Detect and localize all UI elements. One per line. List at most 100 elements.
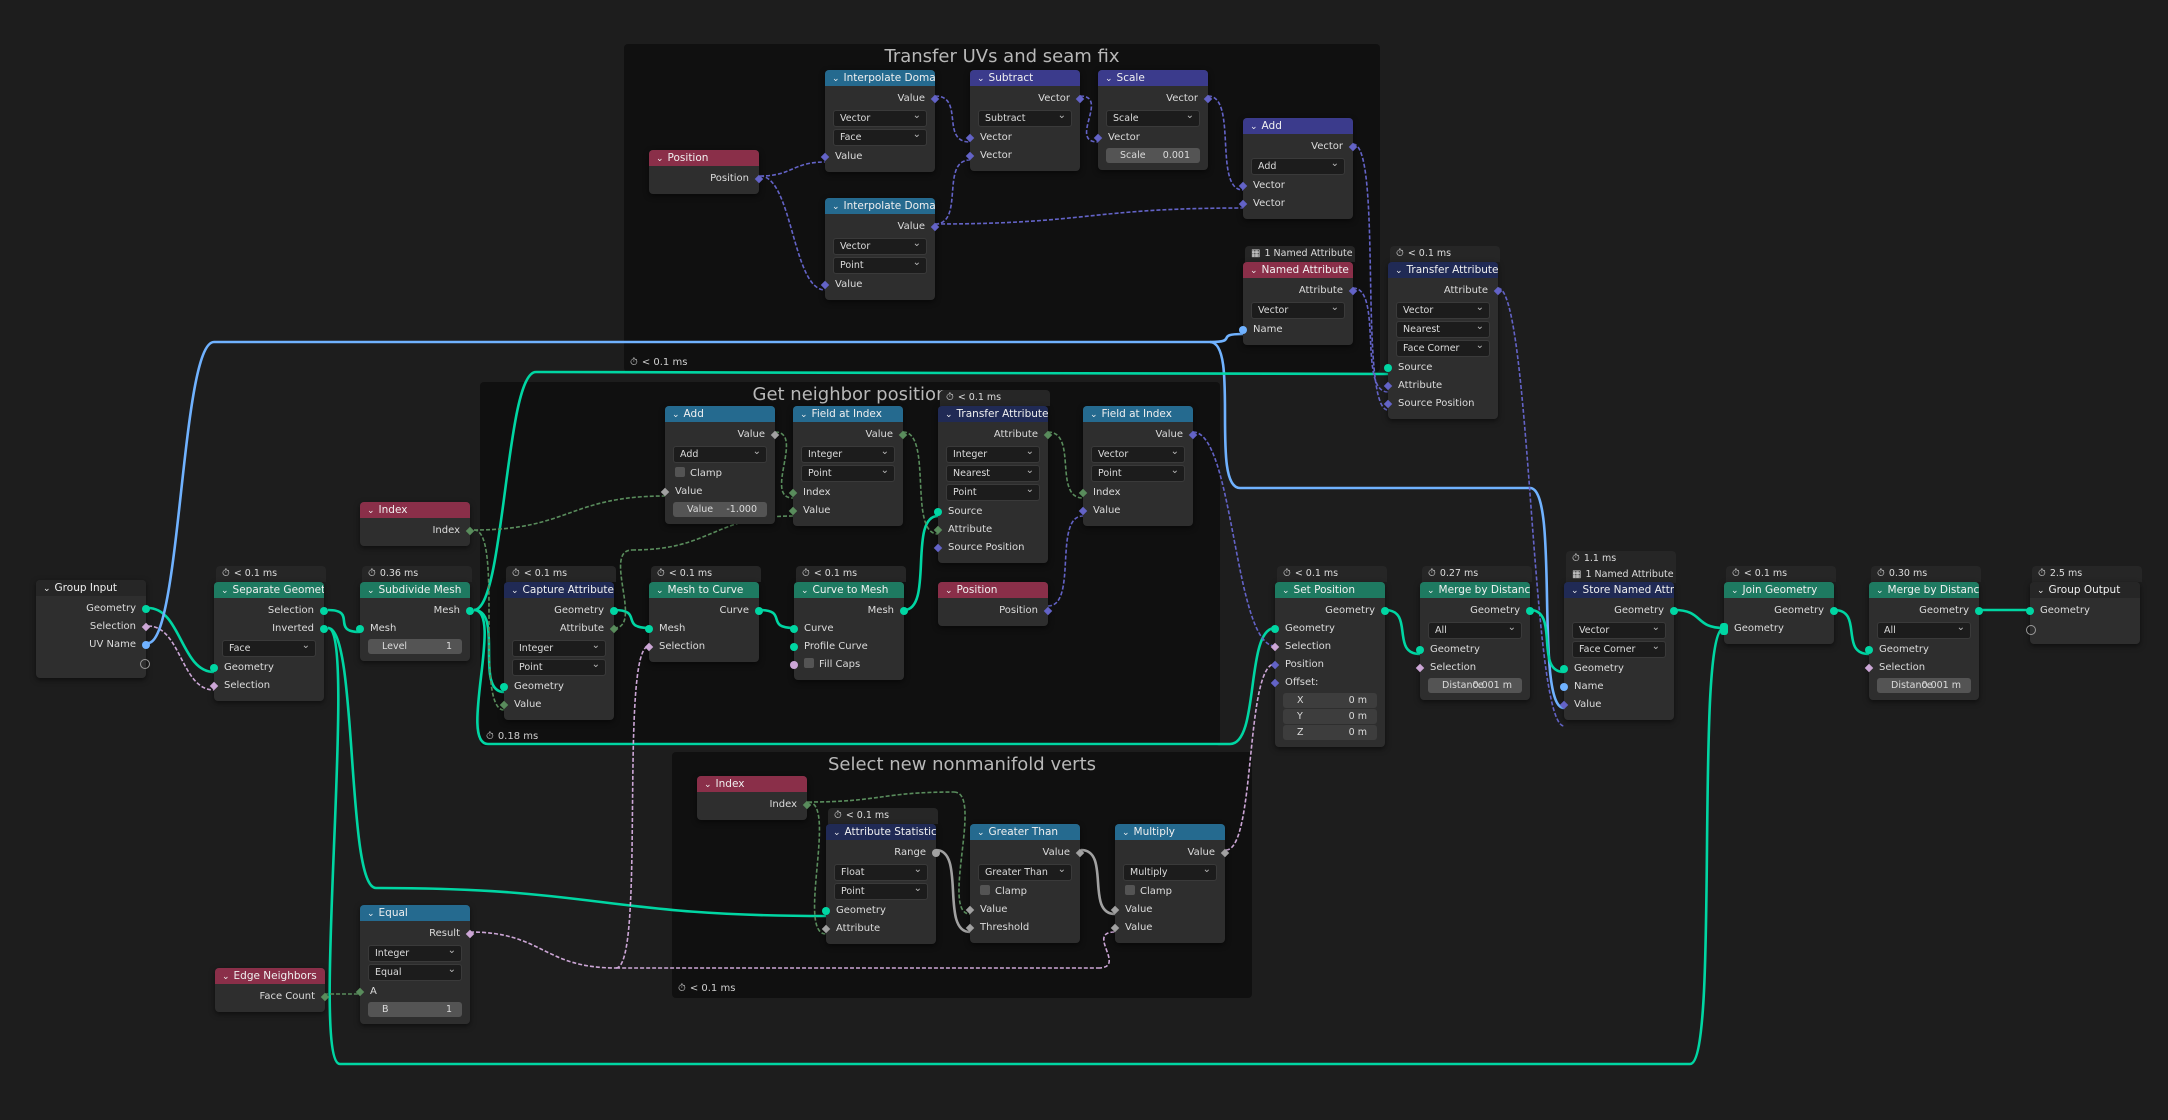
node-header[interactable]: ⌄ Field at Index <box>793 406 903 422</box>
distance-field[interactable]: Distance 0.001 m <box>1877 678 1971 693</box>
socket-empty[interactable] <box>140 659 150 669</box>
mapping-dropdown[interactable]: Nearest <box>1396 319 1490 338</box>
domain-dropdown[interactable]: Face Corner <box>1572 639 1666 658</box>
node-header[interactable]: ⌄ Merge by Distance <box>1869 582 1979 598</box>
socket[interactable] <box>932 849 940 857</box>
node-edge-neighbors[interactable]: ⌄ Edge Neighbors Face Count <box>215 968 330 1012</box>
node-field-at-index[interactable]: ⌄Field at Index Value Vector Point Index… <box>1078 406 1198 526</box>
chevron-down-icon[interactable]: ⌄ <box>833 828 841 838</box>
type-dropdown[interactable]: Vector <box>1396 300 1490 319</box>
node-header[interactable]: ⌄ Greater Than <box>970 824 1080 840</box>
chevron-down-icon[interactable]: ⌄ <box>977 828 985 838</box>
domain-dropdown[interactable]: Point <box>801 463 895 482</box>
mode-dropdown[interactable]: All <box>1428 620 1522 639</box>
socket[interactable] <box>790 661 798 669</box>
node-interpolate-domain[interactable]: ⌄Interpolate Domain Value Vector Point V… <box>820 198 940 300</box>
socket[interactable] <box>1670 607 1678 615</box>
node-transfer-attribute[interactable]: ⌄Transfer Attribute Attribute Integer Ne… <box>933 406 1053 563</box>
node-header[interactable]: ⌄ Position <box>938 582 1048 598</box>
socket[interactable] <box>141 622 151 632</box>
node-header[interactable]: ⌄ Subdivide Mesh <box>360 582 470 598</box>
node-header[interactable]: ⌄ Set Position <box>1275 582 1385 598</box>
socket[interactable] <box>1865 646 1873 654</box>
b-field[interactable]: B1 <box>368 1002 462 1017</box>
socket[interactable] <box>2026 607 2034 615</box>
socket[interactable] <box>1270 678 1280 688</box>
socket[interactable] <box>1416 646 1424 654</box>
operation-dropdown[interactable]: Scale <box>1106 108 1200 127</box>
socket[interactable] <box>934 508 942 516</box>
chevron-down-icon[interactable]: ⌄ <box>222 972 230 982</box>
socket-multi[interactable] <box>1720 623 1728 635</box>
node-vector-scale[interactable]: ⌄Scale Vector Scale Vector Scale0.001 <box>1093 70 1213 170</box>
node-index[interactable]: ⌄ Index Index <box>360 502 475 546</box>
node-header[interactable]: ⌄ Add <box>665 406 775 422</box>
node-header[interactable]: ⌄ Mesh to Curve <box>649 582 759 598</box>
node-link[interactable] <box>1529 608 1565 674</box>
socket[interactable] <box>755 607 763 615</box>
node-header[interactable]: ⌄ Subtract <box>970 70 1080 86</box>
node-link[interactable] <box>327 626 377 890</box>
chevron-down-icon[interactable]: ⌄ <box>1876 586 1884 596</box>
node-header[interactable]: ⌄ Transfer Attribute <box>1388 262 1498 278</box>
node-set-position[interactable]: ⌄ Set Position Geometry Geometry Selectio… <box>1270 582 1389 747</box>
type-dropdown[interactable]: Vector <box>833 236 927 255</box>
chevron-down-icon[interactable]: ⌄ <box>1427 586 1435 596</box>
node-transfer-attribute[interactable]: ⌄Transfer Attribute Attribute Vector Nea… <box>1383 262 1503 419</box>
chevron-down-icon[interactable]: ⌄ <box>945 586 953 596</box>
node-merge-by-distance[interactable]: ⌄Merge by Distance Geometry All Geometry… <box>1415 582 1534 700</box>
mode-dropdown[interactable]: All <box>1877 620 1971 639</box>
node-mesh-to-curve[interactable]: ⌄ Mesh to Curve Curve Mesh Selection <box>644 582 763 662</box>
node-join-geometry[interactable]: ⌄ Join Geometry Geometry Geometry <box>1720 582 1838 644</box>
chevron-down-icon[interactable]: ⌄ <box>656 154 664 164</box>
node-header[interactable]: ⌄ Group Input <box>36 580 146 596</box>
node-math-add[interactable]: ⌄Add Value Add Clamp Value Value-1.000 <box>660 406 780 524</box>
type-dropdown[interactable]: Vector <box>1251 300 1345 319</box>
chevron-down-icon[interactable]: ⌄ <box>1731 586 1739 596</box>
socket[interactable] <box>790 625 798 633</box>
node-header[interactable]: ⌄Interpolate Domain <box>825 198 935 214</box>
node-link[interactable] <box>1689 626 1725 1066</box>
node-link[interactable] <box>535 370 1389 376</box>
type-dropdown[interactable]: Integer <box>946 444 1040 463</box>
node-store-named-attribute[interactable]: ⌄Store Named Attribute Geometry Vector F… <box>1559 582 1678 720</box>
chevron-down-icon[interactable]: ⌄ <box>1250 122 1258 132</box>
chevron-down-icon[interactable]: ⌄ <box>1571 586 1579 596</box>
domain-dropdown[interactable]: Point <box>946 482 1040 501</box>
node-header[interactable]: ⌄ Curve to Mesh <box>794 582 904 598</box>
socket[interactable] <box>209 681 219 691</box>
node-header[interactable]: ⌄Store Named Attribute <box>1564 582 1674 598</box>
chevron-down-icon[interactable]: ⌄ <box>832 202 840 212</box>
chevron-down-icon[interactable]: ⌄ <box>367 909 375 919</box>
domain-dropdown[interactable]: Face <box>222 638 316 657</box>
socket[interactable] <box>1559 700 1569 710</box>
level-field[interactable]: Level 1 <box>368 639 462 654</box>
mapping-dropdown[interactable]: Nearest <box>946 463 1040 482</box>
socket[interactable] <box>1493 286 1503 296</box>
socket[interactable] <box>466 607 474 615</box>
chevron-down-icon[interactable]: ⌄ <box>656 586 664 596</box>
socket[interactable] <box>1383 399 1393 409</box>
node-link[interactable] <box>469 931 617 969</box>
socket[interactable] <box>465 526 475 536</box>
node-math-multiply[interactable]: ⌄Multiply Value Multiply Clamp Value Val… <box>1110 824 1230 943</box>
socket[interactable] <box>1381 607 1389 615</box>
node-link[interactable] <box>1673 608 1725 630</box>
socket[interactable] <box>320 607 328 615</box>
node-header[interactable]: ⌄ Merge by Distance <box>1420 582 1530 598</box>
node-index[interactable]: ⌄ Index Index <box>697 776 812 820</box>
node-header[interactable]: ⌄ Multiply <box>1115 824 1225 840</box>
socket[interactable] <box>1830 607 1838 615</box>
node-interpolate-domain[interactable]: ⌄Interpolate Domain Value Vector Face Va… <box>820 70 940 172</box>
node-compare-equal[interactable]: ⌄Equal Result Integer Equal A B1 <box>355 905 475 1024</box>
socket[interactable] <box>355 987 365 997</box>
operation-dropdown[interactable]: Add <box>1251 156 1345 175</box>
chevron-down-icon[interactable]: ⌄ <box>977 74 985 84</box>
value-field[interactable]: Value -1.000 <box>673 502 767 517</box>
node-link[interactable] <box>147 606 215 674</box>
socket[interactable] <box>645 625 653 633</box>
domain-dropdown[interactable]: Face <box>833 127 927 146</box>
socket[interactable] <box>790 643 798 651</box>
node-field-at-index[interactable]: ⌄Field at Index Value Integer Point Inde… <box>788 406 908 526</box>
type-dropdown[interactable]: Vector <box>1091 444 1185 463</box>
